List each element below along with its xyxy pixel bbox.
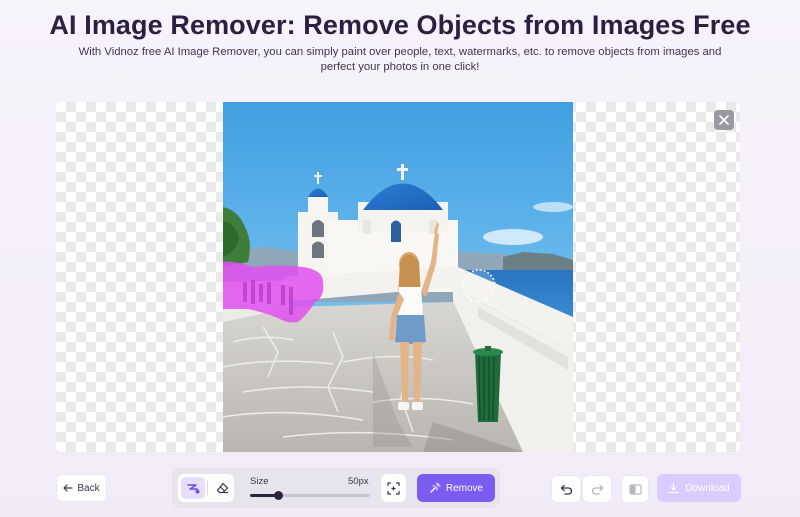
- download-icon: [668, 482, 679, 493]
- download-label: Download: [685, 482, 730, 494]
- tool-divider: [206, 481, 208, 495]
- editor-canvas[interactable]: [56, 102, 740, 452]
- magic-wand-icon: [430, 482, 441, 493]
- fit-screen-icon: [387, 481, 400, 495]
- page-title: AI Image Remover: Remove Objects from Im…: [49, 10, 751, 40]
- compare-icon: [628, 483, 642, 495]
- size-label: Size: [250, 476, 269, 487]
- undo-icon: [560, 484, 572, 495]
- close-icon: [719, 115, 729, 125]
- redo-icon: [591, 484, 603, 495]
- eraser-tool-button[interactable]: [211, 477, 235, 499]
- compare-button[interactable]: [621, 475, 649, 503]
- close-button[interactable]: [714, 110, 734, 130]
- undo-button[interactable]: [551, 475, 581, 503]
- redo-button[interactable]: [582, 475, 612, 503]
- remove-button[interactable]: Remove: [417, 474, 495, 502]
- back-label: Back: [77, 482, 100, 494]
- edited-photo[interactable]: [223, 102, 573, 452]
- size-value: 50px: [348, 476, 369, 487]
- brush-size-slider[interactable]: [250, 491, 370, 500]
- arrow-left-icon: [63, 484, 73, 492]
- brush-tool-button[interactable]: [181, 477, 205, 499]
- page-subtitle: With Vidnoz free AI Image Remover, you c…: [78, 46, 722, 73]
- brush-tool-panel: Size 50px Remove: [172, 468, 500, 508]
- fit-screen-button[interactable]: [381, 474, 406, 502]
- brush-icon: [187, 484, 200, 494]
- tool-selector: [178, 474, 234, 502]
- eraser-icon: [216, 482, 228, 494]
- slider-handle[interactable]: [274, 491, 283, 500]
- remove-label: Remove: [445, 482, 484, 494]
- back-button[interactable]: Back: [56, 474, 107, 502]
- download-button[interactable]: Download: [657, 474, 741, 502]
